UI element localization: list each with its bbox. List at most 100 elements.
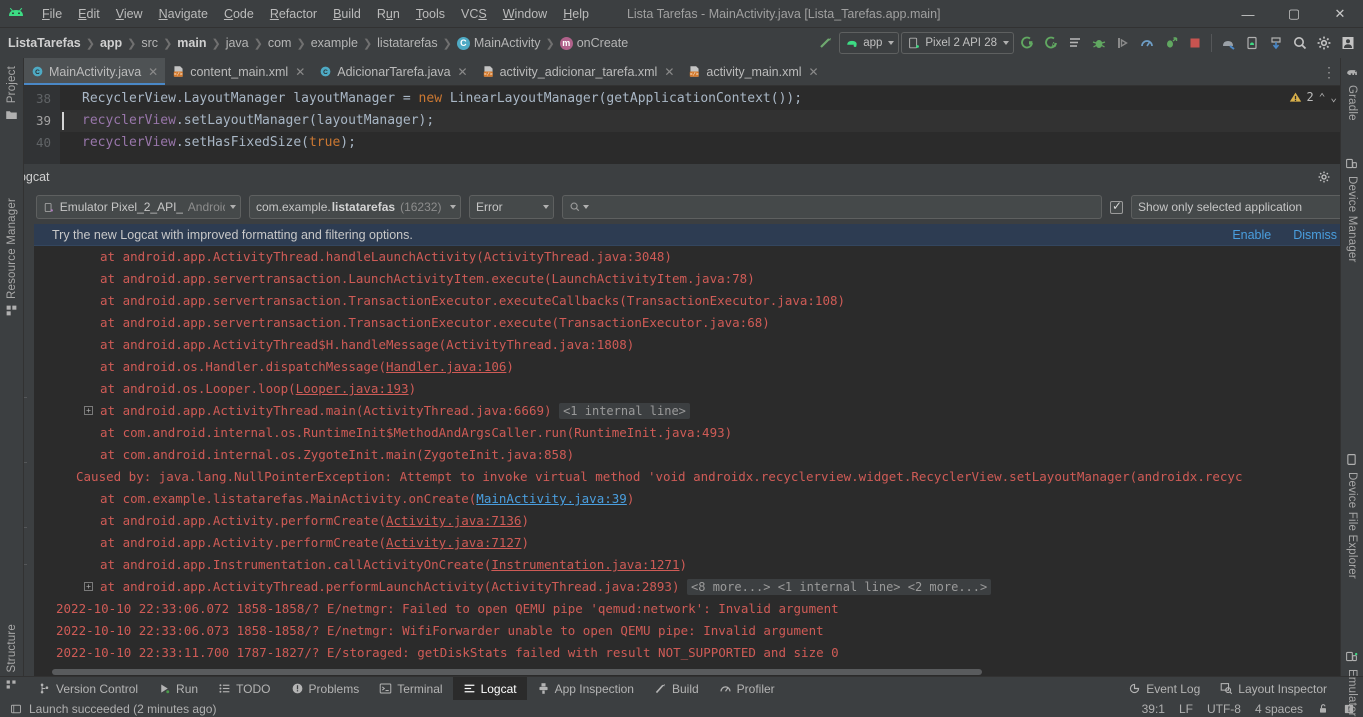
user-account-icon[interactable] — [1337, 32, 1359, 54]
breadcrumb-item-java[interactable]: java — [226, 36, 249, 50]
folded-frames-badge[interactable]: <8 more...> <1 internal line> <2 more...… — [687, 579, 992, 595]
menu-edit[interactable]: Edit — [70, 4, 108, 24]
tool-window-profiler[interactable]: Profiler — [709, 677, 785, 701]
tool-window-app-inspection[interactable]: App Inspection — [527, 677, 644, 701]
sync-gradle-icon[interactable] — [1265, 32, 1287, 54]
logcat-line[interactable]: at com.android.internal.os.RuntimeInit$M… — [34, 422, 1363, 444]
run-configuration-selector[interactable]: app — [839, 32, 900, 54]
avd-manager-icon[interactable] — [1241, 32, 1263, 54]
breadcrumb-item-listatarefas[interactable]: listatarefas — [377, 36, 437, 50]
source-link[interactable]: Activity.java:7127 — [386, 535, 521, 550]
source-link[interactable]: MainActivity.java:39 — [476, 491, 627, 506]
close-icon[interactable]: ✕ — [295, 65, 305, 79]
expand-stacktrace-icon[interactable]: + — [84, 582, 93, 591]
folded-frames-badge[interactable]: <1 internal line> — [559, 403, 690, 419]
device-filter-dropdown[interactable]: Emulator Pixel_2_API_28 Android — [36, 195, 241, 219]
close-icon[interactable]: ✕ — [664, 65, 674, 79]
logcat-output[interactable]: Try the new Logcat with improved formatt… — [34, 224, 1363, 676]
tool-window-problems[interactable]: Problems — [281, 677, 370, 701]
menu-build[interactable]: Build — [325, 4, 369, 24]
source-link[interactable]: Looper.java:193 — [296, 381, 409, 396]
menu-code[interactable]: Code — [216, 4, 262, 24]
editor-code-area[interactable]: RecyclerView.LayoutManager layoutManager… — [60, 86, 1363, 164]
maximize-button[interactable]: ▢ — [1271, 0, 1317, 28]
tool-window-build[interactable]: Build — [644, 677, 709, 701]
close-icon[interactable]: ✕ — [148, 65, 158, 79]
profiler-icon[interactable] — [1136, 32, 1158, 54]
apply-code-changes-icon[interactable] — [1064, 32, 1086, 54]
logcat-horizontal-scrollbar[interactable] — [34, 667, 1352, 676]
close-icon[interactable]: ✕ — [809, 65, 819, 79]
logcat-line[interactable]: + at android.app.ActivityThread.main(Acti… — [34, 400, 1363, 422]
menu-refactor[interactable]: Refactor — [262, 4, 325, 24]
breadcrumb-item-com[interactable]: com — [268, 36, 292, 50]
breadcrumb-item-example[interactable]: example — [311, 36, 358, 50]
menu-run[interactable]: Run — [369, 4, 408, 24]
breadcrumb-item-listatarefas[interactable]: ListaTarefas — [8, 36, 81, 50]
stripe-button-gradle[interactable]: Gradle — [1345, 58, 1359, 129]
run-icon[interactable] — [1016, 32, 1038, 54]
indent-setting[interactable]: 4 spaces — [1255, 702, 1303, 716]
search-history-chevron-icon[interactable] — [583, 205, 589, 209]
run-with-coverage-icon[interactable] — [1160, 32, 1182, 54]
tool-window-event-log[interactable]: Event Log — [1118, 677, 1210, 701]
menu-file[interactable]: File — [34, 4, 70, 24]
stripe-button-emulator[interactable]: Emulator — [1345, 642, 1359, 717]
editor-inspection-indicator[interactable]: 2 ⌃ ⌄ — [1289, 90, 1337, 104]
source-link[interactable]: Activity.java:7136 — [386, 513, 521, 528]
tool-window-layout-inspector[interactable]: Layout Inspector — [1210, 677, 1337, 701]
logcat-log-lines[interactable]: at android.app.ActivityThread.handleLaun… — [34, 246, 1363, 676]
scope-filter-dropdown[interactable]: Show only selected application — [1131, 195, 1353, 219]
menu-navigate[interactable]: Navigate — [151, 4, 216, 24]
source-link[interactable]: Handler.java:106 — [386, 359, 506, 374]
stripe-button-device-file-explorer[interactable]: Device File Explorer — [1345, 445, 1359, 587]
code-editor[interactable]: 38 39 40 RecyclerView.LayoutManager layout… — [0, 86, 1363, 164]
caret-position[interactable]: 39:1 — [1142, 702, 1165, 716]
logcat-line[interactable]: at android.app.Instrumentation.callActiv… — [34, 554, 1363, 576]
stripe-button-device-manager[interactable]: Device Manager — [1345, 149, 1359, 271]
logcat-line[interactable]: at com.android.internal.os.ZygoteInit.ma… — [34, 444, 1363, 466]
tab-overflow-menu-icon[interactable]: ⋮ — [1322, 58, 1337, 86]
tool-window-logcat[interactable]: Logcat — [452, 676, 527, 701]
code-line[interactable]: recyclerView.setHasFixedSize(true); — [60, 132, 1363, 154]
logcat-line[interactable]: + at android.app.ActivityThread.performLa… — [34, 576, 1363, 598]
logcat-line[interactable]: at android.app.servertransaction.Transac… — [34, 312, 1363, 334]
banner-dismiss-link[interactable]: Dismiss — [1293, 228, 1337, 242]
editor-tab-AdicionarTarefa-java[interactable]: C AdicionarTarefa.java ✕ — [312, 58, 474, 85]
device-selector[interactable]: Pixel 2 API 28 — [901, 32, 1014, 54]
logcat-line[interactable]: at android.app.Activity.performCreate(Ac… — [34, 510, 1363, 532]
attach-debugger-icon[interactable] — [1112, 32, 1134, 54]
debug-icon[interactable] — [1088, 32, 1110, 54]
stripe-button-structure[interactable]: Structure — [5, 616, 19, 699]
next-issue-icon[interactable]: ⌄ — [1330, 91, 1337, 104]
tool-window-version-control[interactable]: Version Control — [28, 677, 148, 701]
menu-window[interactable]: Window — [495, 4, 555, 24]
process-filter-dropdown[interactable]: com.example. listatarefas (16232) — [249, 195, 461, 219]
apply-changes-icon[interactable]: A — [1040, 32, 1062, 54]
tool-window-todo[interactable]: TODO — [208, 677, 280, 701]
breadcrumb-item-app[interactable]: app — [100, 36, 122, 50]
breadcrumb-item-mainactivity[interactable]: C MainActivity — [456, 36, 541, 50]
tool-window-run[interactable]: Run — [148, 677, 208, 701]
breadcrumb-item-src[interactable]: src — [141, 36, 158, 50]
expand-stacktrace-icon[interactable]: + — [84, 406, 93, 415]
stripe-button-resource-manager[interactable]: Resource Manager — [5, 190, 19, 326]
logcat-line[interactable]: at android.app.ActivityThread.handleLaun… — [34, 246, 1363, 268]
build-icon[interactable] — [815, 32, 837, 54]
logcat-line[interactable]: at com.example.listatarefas.MainActivity… — [34, 488, 1363, 510]
regex-checkbox[interactable] — [1110, 199, 1123, 214]
unlocked-icon[interactable] — [1317, 702, 1329, 715]
line-separator[interactable]: LF — [1179, 702, 1193, 716]
logcat-line[interactable]: at android.os.Handler.dispatchMessage(Ha… — [34, 356, 1363, 378]
logcat-line[interactable]: at android.app.ActivityThread$H.handleMe… — [34, 334, 1363, 356]
code-line[interactable]: recyclerView.setLayoutManager(layoutMana… — [60, 110, 1363, 132]
menu-view[interactable]: View — [108, 4, 151, 24]
settings-icon[interactable] — [1313, 32, 1335, 54]
logcat-line[interactable]: at android.app.servertransaction.Transac… — [34, 290, 1363, 312]
breadcrumb-item-main[interactable]: main — [177, 36, 206, 50]
scrollbar-thumb[interactable] — [52, 669, 982, 675]
logcat-line[interactable]: at android.app.Activity.performCreate(Ac… — [34, 532, 1363, 554]
logcat-line[interactable]: at android.os.Looper.loop(Looper.java:19… — [34, 378, 1363, 400]
file-encoding[interactable]: UTF-8 — [1207, 702, 1241, 716]
breadcrumb-item-oncreate[interactable]: m onCreate — [559, 36, 628, 50]
